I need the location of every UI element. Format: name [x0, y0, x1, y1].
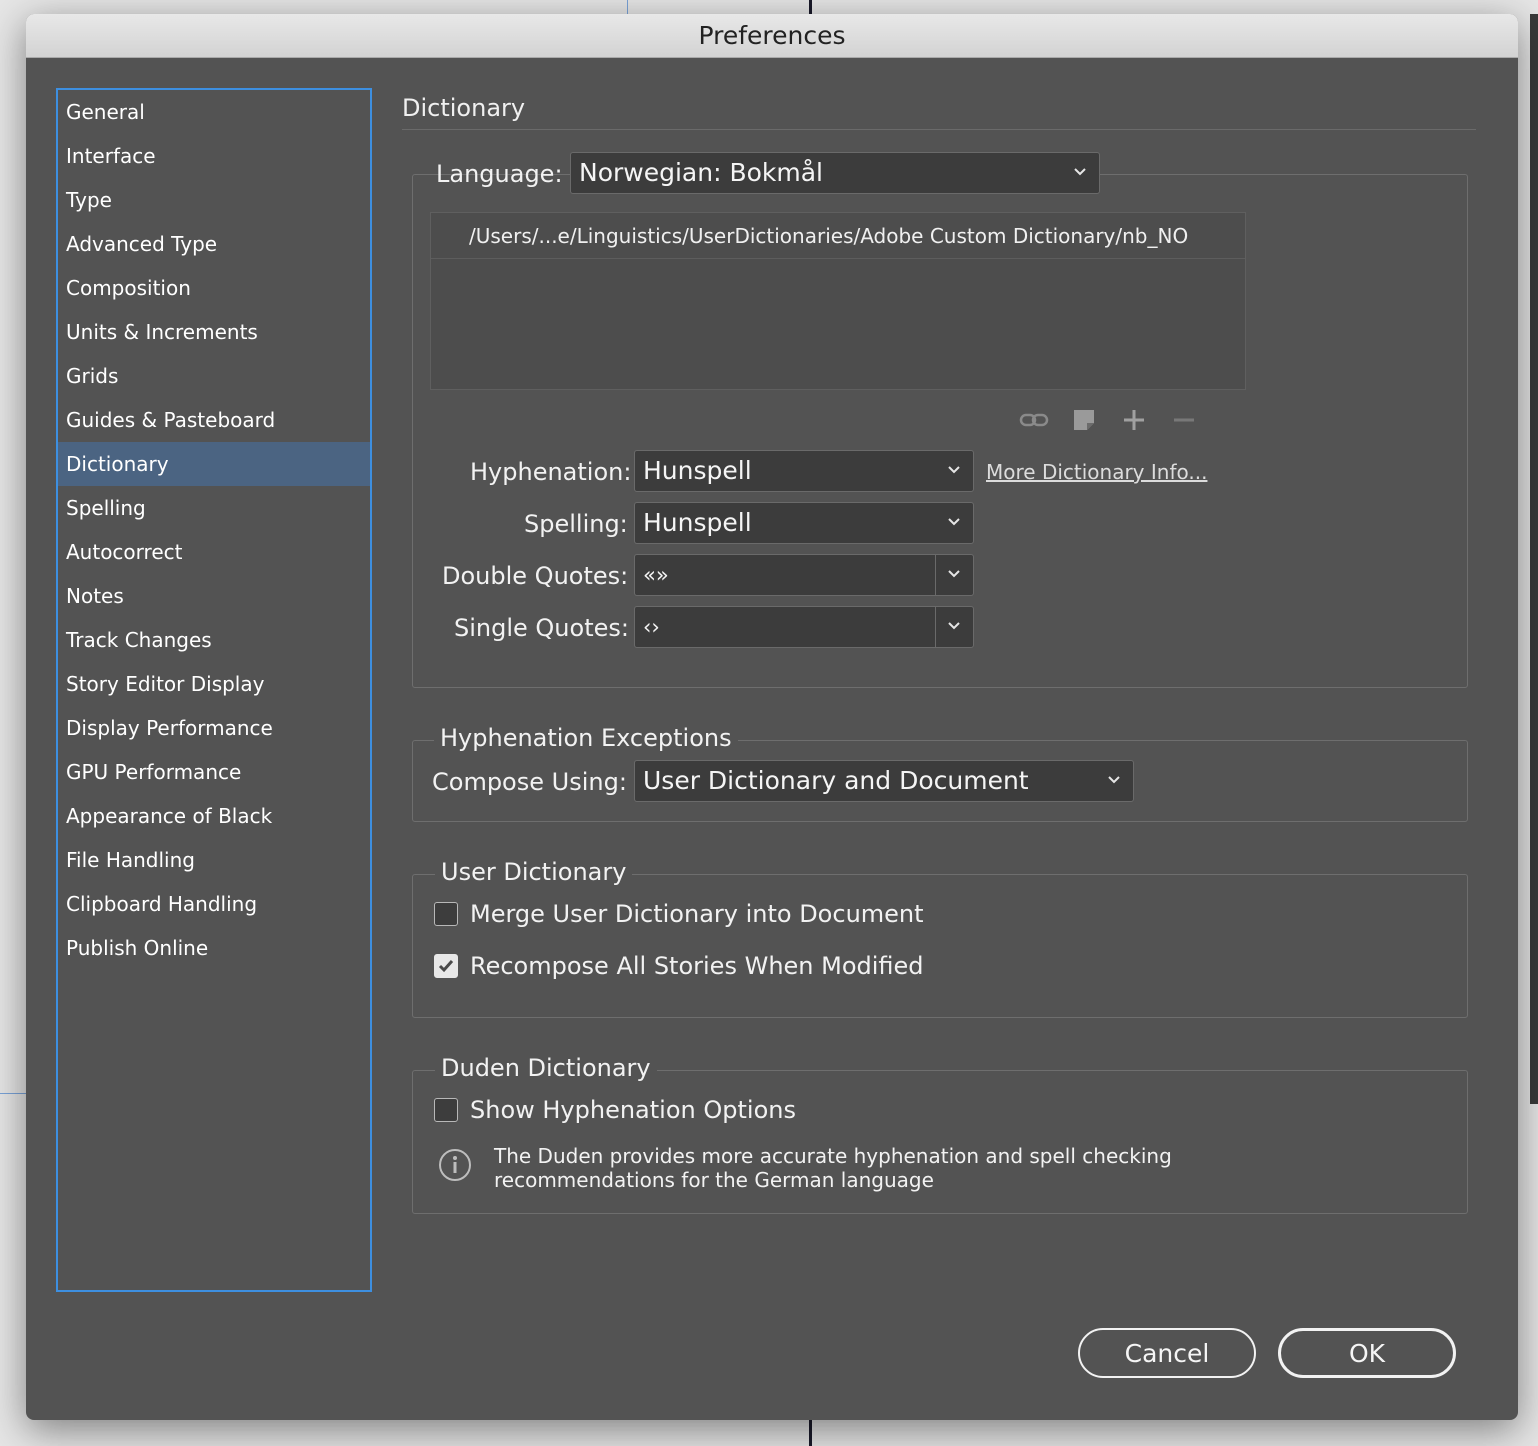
duden-info-text: The Duden provides more accurate hyphena… — [494, 1144, 1194, 1192]
background-guide-line — [809, 1418, 812, 1446]
sidebar-item-autocorrect[interactable]: Autocorrect — [58, 530, 370, 574]
language-label: Language: — [436, 160, 563, 188]
more-dictionary-info-link[interactable]: More Dictionary Info... — [986, 460, 1207, 484]
hyphenation-select[interactable]: Hunspell — [634, 450, 974, 492]
background-guide-line — [0, 1093, 26, 1094]
user-dictionary-group — [412, 874, 1468, 1018]
divider — [402, 129, 1476, 130]
double-quotes-label: Double Quotes: — [442, 562, 629, 590]
recompose-stories-label[interactable]: Recompose All Stories When Modified — [470, 952, 924, 980]
sidebar-item-composition[interactable]: Composition — [58, 266, 370, 310]
spelling-select[interactable]: Hunspell — [634, 502, 974, 544]
single-quotes-label: Single Quotes: — [454, 614, 629, 642]
chevron-down-icon — [1074, 168, 1086, 176]
minus-icon[interactable] — [1168, 406, 1200, 434]
sidebar-item-track-changes[interactable]: Track Changes — [58, 618, 370, 662]
sidebar-item-grids[interactable]: Grids — [58, 354, 370, 398]
show-hyphenation-options-checkbox[interactable] — [434, 1098, 458, 1122]
sidebar-item-display-performance[interactable]: Display Performance — [58, 706, 370, 750]
sidebar-item-general[interactable]: General — [58, 90, 370, 134]
spelling-value: Hunspell — [643, 508, 752, 537]
language-value: Norwegian: Bokmål — [579, 158, 823, 187]
window-title: Preferences — [26, 14, 1518, 58]
chevron-down-icon — [948, 466, 960, 474]
sidebar-item-file-handling[interactable]: File Handling — [58, 838, 370, 882]
merge-user-dictionary-option[interactable]: Merge User Dictionary into Document — [434, 900, 924, 928]
merge-user-dictionary-label[interactable]: Merge User Dictionary into Document — [470, 900, 924, 928]
chevron-down-icon[interactable] — [947, 567, 961, 581]
page-title: Dictionary — [402, 94, 526, 122]
sidebar-item-units-and-increments[interactable]: Units & Increments — [58, 310, 370, 354]
compose-using-label: Compose Using: — [432, 768, 627, 796]
sidebar-item-type[interactable]: Type — [58, 178, 370, 222]
language-select[interactable]: Norwegian: Bokmål — [570, 152, 1100, 194]
show-hyphenation-options-option[interactable]: Show Hyphenation Options — [434, 1096, 796, 1124]
chevron-down-icon — [948, 518, 960, 526]
sidebar-item-dictionary[interactable]: Dictionary — [58, 442, 370, 486]
chevron-down-icon[interactable] — [947, 619, 961, 633]
sidebar-item-appearance-of-black[interactable]: Appearance of Black — [58, 794, 370, 838]
sidebar-item-story-editor-display[interactable]: Story Editor Display — [58, 662, 370, 706]
sidebar-item-advanced-type[interactable]: Advanced Type — [58, 222, 370, 266]
compose-using-select[interactable]: User Dictionary and Document — [634, 760, 1134, 802]
dictionary-list[interactable]: /Users/...e/Linguistics/UserDictionaries… — [430, 212, 1246, 390]
user-dictionary-title: User Dictionary — [435, 858, 633, 886]
background-guide-line — [627, 0, 628, 14]
divider — [935, 607, 936, 647]
plus-icon[interactable] — [1118, 406, 1150, 434]
single-quotes-value[interactable]: ‹› — [643, 615, 660, 639]
preferences-dialog: Preferences General Interface Type Advanced… — [26, 14, 1518, 1420]
divider — [935, 555, 936, 595]
merge-user-dictionary-checkbox[interactable] — [434, 902, 458, 926]
show-hyphenation-options-label[interactable]: Show Hyphenation Options — [470, 1096, 796, 1124]
background-window-edge — [1530, 14, 1538, 1104]
hyphenation-label: Hyphenation: — [470, 458, 632, 486]
duden-dictionary-title: Duden Dictionary — [435, 1054, 657, 1082]
hyphenation-value: Hunspell — [643, 456, 752, 485]
sidebar-item-gpu-performance[interactable]: GPU Performance — [58, 750, 370, 794]
sidebar-item-interface[interactable]: Interface — [58, 134, 370, 178]
double-quotes-combo[interactable]: «» — [634, 554, 974, 596]
sidebar-item-guides-and-pasteboard[interactable]: Guides & Pasteboard — [58, 398, 370, 442]
recompose-stories-checkbox[interactable] — [434, 954, 458, 978]
link-icon[interactable] — [1018, 406, 1050, 434]
category-list[interactable]: General Interface Type Advanced Type Composi… — [56, 88, 372, 1292]
ok-button[interactable]: OK — [1278, 1328, 1456, 1378]
single-quotes-combo[interactable]: ‹› — [634, 606, 974, 648]
spelling-label: Spelling: — [524, 510, 628, 538]
new-dictionary-icon[interactable] — [1068, 406, 1100, 434]
cancel-button[interactable]: Cancel — [1078, 1328, 1256, 1378]
duden-info-line: recommendations for the German language — [494, 1168, 934, 1192]
recompose-stories-option[interactable]: Recompose All Stories When Modified — [434, 952, 924, 980]
hyphenation-exceptions-title: Hyphenation Exceptions — [434, 724, 738, 752]
chevron-down-icon — [1108, 776, 1120, 784]
sidebar-item-clipboard-handling[interactable]: Clipboard Handling — [58, 882, 370, 926]
sidebar-item-publish-online[interactable]: Publish Online — [58, 926, 370, 970]
compose-using-value: User Dictionary and Document — [643, 766, 1029, 795]
background-guide-line — [809, 0, 812, 14]
double-quotes-value[interactable]: «» — [643, 563, 669, 587]
sidebar-item-notes[interactable]: Notes — [58, 574, 370, 618]
duden-dictionary-group — [412, 1070, 1468, 1214]
sidebar-item-spelling[interactable]: Spelling — [58, 486, 370, 530]
list-item[interactable]: /Users/...e/Linguistics/UserDictionaries… — [431, 213, 1245, 259]
duden-info-line: The Duden provides more accurate hyphena… — [494, 1144, 1172, 1168]
checkmark-icon — [438, 960, 454, 973]
info-icon — [439, 1149, 471, 1181]
